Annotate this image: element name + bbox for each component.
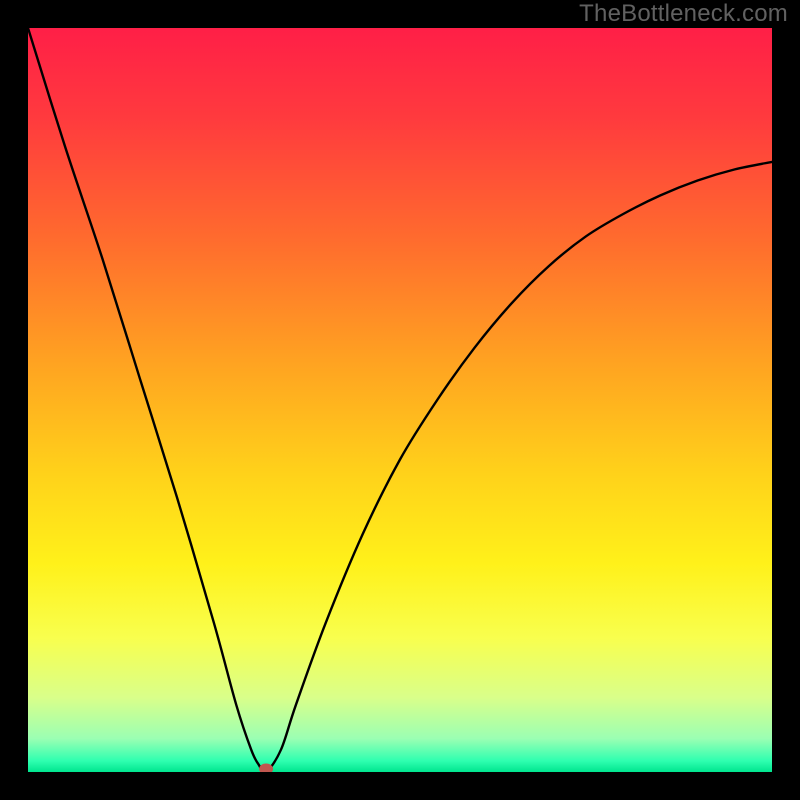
gradient-background: [28, 28, 772, 772]
watermark-text: TheBottleneck.com: [579, 0, 788, 28]
chart-frame: TheBottleneck.com: [0, 0, 800, 800]
plot-area: [28, 28, 772, 772]
plot-svg: [28, 28, 772, 772]
